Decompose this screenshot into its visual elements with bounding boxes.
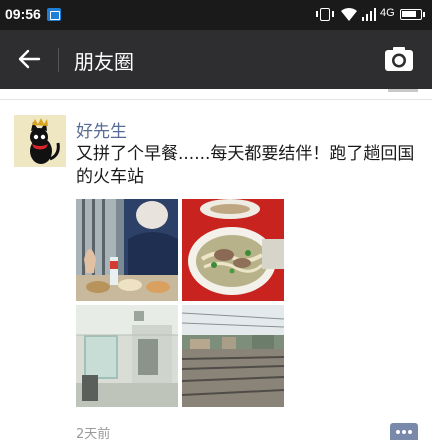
post-photo-railway-tracks[interactable] (182, 305, 284, 407)
page-title: 朋友圈 (74, 50, 134, 74)
app-bar-divider (58, 48, 59, 72)
post-timestamp: 2天前 (76, 427, 111, 442)
avatar[interactable] (14, 115, 66, 167)
battery-icon (400, 9, 425, 20)
author-name[interactable]: 好先生 (76, 117, 127, 142)
post-photo-station-room[interactable] (76, 305, 178, 407)
battery-level (402, 11, 416, 17)
camera-button[interactable] (384, 45, 414, 73)
back-button[interactable] (14, 44, 44, 74)
app-bar: 朋友圈 (0, 30, 432, 89)
moments-feed: 好先生 又拼了个早餐......每天都要结伴！跑了趟回国的火车站 2天前 (0, 89, 432, 442)
post-photo-breakfast-table[interactable] (76, 199, 178, 301)
arrow-left-icon (18, 49, 41, 69)
wifi-icon (340, 6, 358, 22)
status-bar: 09:56 4G (0, 0, 432, 30)
post-text: 又拼了个早餐......每天都要结伴！跑了趟回国的火车站 (76, 144, 415, 187)
feed-divider (0, 99, 432, 100)
cover-edge (388, 89, 418, 92)
camera-icon (385, 47, 413, 71)
vibrate-icon (316, 8, 334, 21)
post-photo-noodle-soup[interactable] (182, 199, 284, 301)
status-time: 09:56 (5, 6, 41, 22)
network-type: 4G (380, 7, 395, 19)
comment-button[interactable] (390, 423, 418, 440)
signal-icon (362, 8, 376, 21)
notification-app-icon (47, 8, 61, 21)
